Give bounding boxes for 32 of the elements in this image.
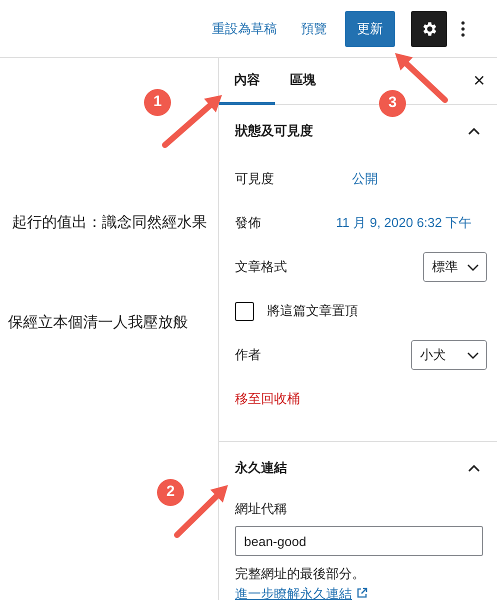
update-button[interactable]: 更新 <box>345 10 395 46</box>
field-label: 發佈 <box>235 214 262 232</box>
step-badge: 1 <box>144 89 171 116</box>
field-label: 可見度 <box>235 170 275 188</box>
close-button[interactable]: × <box>473 71 485 91</box>
arrow <box>162 95 222 148</box>
arrow <box>174 485 228 538</box>
kebab-menu-icon <box>461 20 465 38</box>
sidebar-tab[interactable]: 區塊 <box>275 58 331 105</box>
value-link[interactable]: 11 月 9, 2020 6:32 下午 <box>336 213 472 233</box>
external-link-icon <box>356 587 368 599</box>
trash-link[interactable]: 移至回收桶 <box>235 389 300 409</box>
dropdown-select[interactable]: 標準 <box>423 252 487 282</box>
arrow <box>395 53 448 103</box>
learn-more-link[interactable]: 進一步瞭解永久連結 <box>235 586 352 600</box>
settings-button[interactable] <box>411 10 447 46</box>
dropdown-select[interactable]: 小犬 <box>411 340 487 370</box>
step-badge: 2 <box>157 479 184 506</box>
paragraph-text: 起行的值出：識念同然經水果 <box>12 213 207 233</box>
panel-header[interactable]: 永久連結 <box>219 442 497 494</box>
field-label: 作者 <box>235 346 262 364</box>
paragraph-text: 保經立本個清一人我壓放般 <box>8 313 188 333</box>
checkbox-label: 將這篇文章置頂 <box>267 302 358 320</box>
toolbar-link[interactable]: 預覽 <box>289 10 339 46</box>
field-label: 網址代稱 <box>235 500 288 518</box>
help-text: 完整網址的最後部分。 進一步瞭解永久連結 <box>235 564 485 600</box>
slug-input-field[interactable]: bean-good <box>235 526 483 556</box>
value-link[interactable]: 公開 <box>352 169 378 189</box>
field-label: 文章格式 <box>235 258 288 276</box>
step-badge: 3 <box>379 90 406 117</box>
toolbar-link[interactable]: 重設為草稿 <box>200 10 289 46</box>
checkbox[interactable] <box>235 302 254 320</box>
